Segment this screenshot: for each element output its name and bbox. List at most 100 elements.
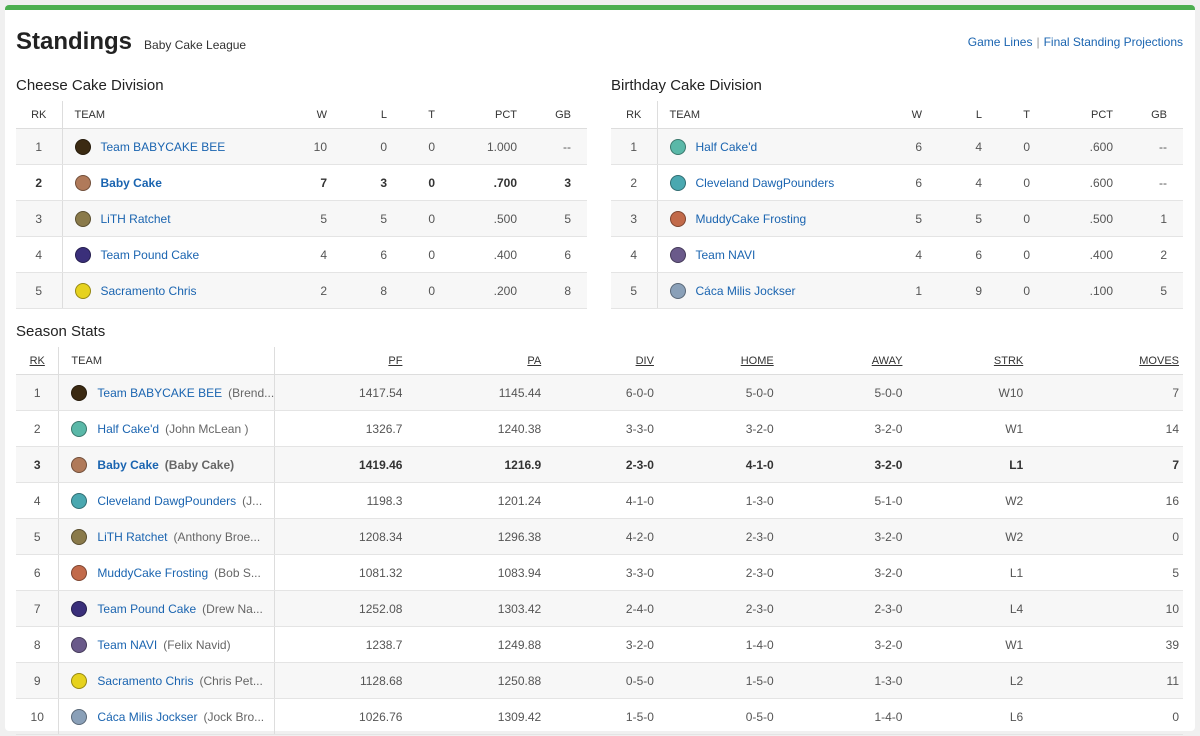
division-record-cell: 3-3-0 <box>546 410 659 447</box>
points-for-cell: 1252.08 <box>274 590 408 627</box>
moves-cell: 7 <box>1037 374 1183 411</box>
team-info: Cáca Milis Jockser (Jock Bro... <box>71 708 274 725</box>
col-w[interactable]: W <box>884 101 922 129</box>
team-name-link[interactable]: Team NAVI <box>97 638 157 652</box>
standings-card: Standings Baby Cake League Game Lines | Fi… <box>5 5 1195 735</box>
rank-cell: 4 <box>16 482 59 519</box>
team-name-link[interactable]: Sacramento Chris <box>101 284 197 298</box>
losses-cell: 8 <box>327 272 387 309</box>
ties-cell: 0 <box>387 164 435 201</box>
table-row: 8 Team NAVI (Felix Navid) 1238.7 1249.88 3-2-… <box>16 626 1183 663</box>
rank-cell: 9 <box>16 662 59 699</box>
col-l[interactable]: L <box>327 101 387 129</box>
team-cell: Cleveland DawgPounders <box>656 164 884 201</box>
col-rk[interactable]: RK <box>611 101 657 129</box>
team-cell: Team BABYCAKE BEE <box>61 128 290 165</box>
team-name-link[interactable]: Cleveland DawgPounders <box>696 176 835 190</box>
team-name-link[interactable]: Baby Cake <box>101 176 162 190</box>
ties-cell: 0 <box>387 128 435 165</box>
home-record-cell: 1-3-0 <box>658 482 788 519</box>
col-pct[interactable]: PCT <box>1030 101 1113 129</box>
points-against-cell: 1201.24 <box>407 482 547 519</box>
team-cell: Team BABYCAKE BEE (Brend... <box>58 374 275 411</box>
team-name-link[interactable]: Cleveland DawgPounders <box>97 494 236 508</box>
losses-cell: 5 <box>922 200 982 237</box>
team-cell: Cáca Milis Jockser (Jock Bro... <box>58 698 275 735</box>
col-team[interactable]: TEAM <box>61 101 289 129</box>
page-header: Standings Baby Cake League <box>16 28 246 56</box>
team-info: Cleveland DawgPounders (J... <box>71 492 274 509</box>
col-gb[interactable]: GB <box>1113 101 1183 129</box>
streak-cell: W1 <box>912 410 1038 447</box>
away-record-cell: 3-2-0 <box>787 626 913 663</box>
points-for-cell: 1128.68 <box>274 662 408 699</box>
col-t[interactable]: T <box>387 101 435 129</box>
points-for-cell: 1238.7 <box>274 626 408 663</box>
division-record-cell: 4-1-0 <box>546 482 659 519</box>
team-name-link[interactable]: Team NAVI <box>696 248 756 262</box>
col-pa[interactable]: PA <box>407 347 547 375</box>
col-pf[interactable]: PF <box>274 347 408 375</box>
team-info: LiTH Ratchet <box>74 210 290 227</box>
gb-cell: 3 <box>517 164 587 201</box>
team-name-link[interactable]: Baby Cake <box>97 458 158 472</box>
col-t[interactable]: T <box>982 101 1030 129</box>
final-standing-projections-link[interactable]: Final Standing Projections <box>1044 35 1183 49</box>
team-name-link[interactable]: Team BABYCAKE BEE <box>101 140 226 154</box>
moves-cell: 0 <box>1037 698 1183 735</box>
pct-cell: .500 <box>435 200 517 237</box>
wins-cell: 5 <box>884 200 922 237</box>
col-l[interactable]: L <box>922 101 982 129</box>
ties-cell: 0 <box>387 200 435 237</box>
streak-cell: L4 <box>912 590 1038 627</box>
team-name-link[interactable]: Team Pound Cake <box>97 602 196 616</box>
away-record-cell: 5-0-0 <box>787 374 913 411</box>
team-cell: Sacramento Chris (Chris Pet... <box>58 662 275 699</box>
col-rk[interactable]: RK <box>16 347 59 375</box>
team-cell: Team Pound Cake (Drew Na... <box>58 590 275 627</box>
col-div[interactable]: DIV <box>546 347 659 375</box>
col-w[interactable]: W <box>289 101 327 129</box>
team-name-link[interactable]: Cáca Milis Jockser <box>696 284 796 298</box>
col-moves[interactable]: MOVES <box>1037 347 1183 375</box>
team-name-link[interactable]: LiTH Ratchet <box>101 212 171 226</box>
team-name-link[interactable]: LiTH Ratchet <box>97 530 167 544</box>
col-strk[interactable]: STRK <box>912 347 1038 375</box>
table-row: 1 Half Cake'd 6 4 0.600 -- <box>611 128 1183 165</box>
col-team[interactable]: TEAM <box>656 101 884 129</box>
team-logo-icon <box>71 492 88 509</box>
team-name-link[interactable]: Team Pound Cake <box>101 248 200 262</box>
table-row: 4 Team Pound Cake 4 6 0.400 6 <box>16 236 587 273</box>
col-team[interactable]: TEAM <box>58 347 275 375</box>
team-name-link[interactable]: Cáca Milis Jockser <box>97 710 197 724</box>
wins-cell: 6 <box>884 164 922 201</box>
team-cell: MuddyCake Frosting (Bob S... <box>58 554 275 591</box>
losses-cell: 6 <box>922 236 982 273</box>
streak-cell: W2 <box>912 518 1038 555</box>
team-name-link[interactable]: MuddyCake Frosting <box>696 212 807 226</box>
team-cell: Cleveland DawgPounders (J... <box>58 482 275 519</box>
game-lines-link[interactable]: Game Lines <box>968 35 1033 49</box>
away-record-cell: 2-3-0 <box>787 590 913 627</box>
team-logo-icon <box>669 210 686 227</box>
col-pct[interactable]: PCT <box>435 101 517 129</box>
team-name-link[interactable]: Half Cake'd <box>696 140 758 154</box>
team-cell: LiTH Ratchet <box>61 200 290 237</box>
team-owner: (John McLean ) <box>165 421 249 436</box>
points-against-cell: 1145.44 <box>407 374 547 411</box>
team-name-link[interactable]: MuddyCake Frosting <box>97 566 208 580</box>
col-gb[interactable]: GB <box>517 101 587 129</box>
team-name-link[interactable]: Half Cake'd <box>97 422 159 436</box>
team-name-link[interactable]: Sacramento Chris <box>97 674 193 688</box>
team-logo-icon <box>71 564 88 581</box>
away-record-cell: 3-2-0 <box>787 410 913 447</box>
team-owner: (Bob S... <box>214 565 261 580</box>
col-home[interactable]: HOME <box>658 347 788 375</box>
col-rk[interactable]: RK <box>16 101 62 129</box>
team-info: Team BABYCAKE BEE <box>74 138 290 155</box>
team-cell: Baby Cake (Baby Cake) <box>58 446 275 483</box>
team-name-link[interactable]: Team BABYCAKE BEE <box>97 386 222 400</box>
table-row: 5 LiTH Ratchet (Anthony Broe... 1208.34 1296… <box>16 518 1183 555</box>
col-away[interactable]: AWAY <box>787 347 913 375</box>
team-logo-icon <box>669 174 686 191</box>
